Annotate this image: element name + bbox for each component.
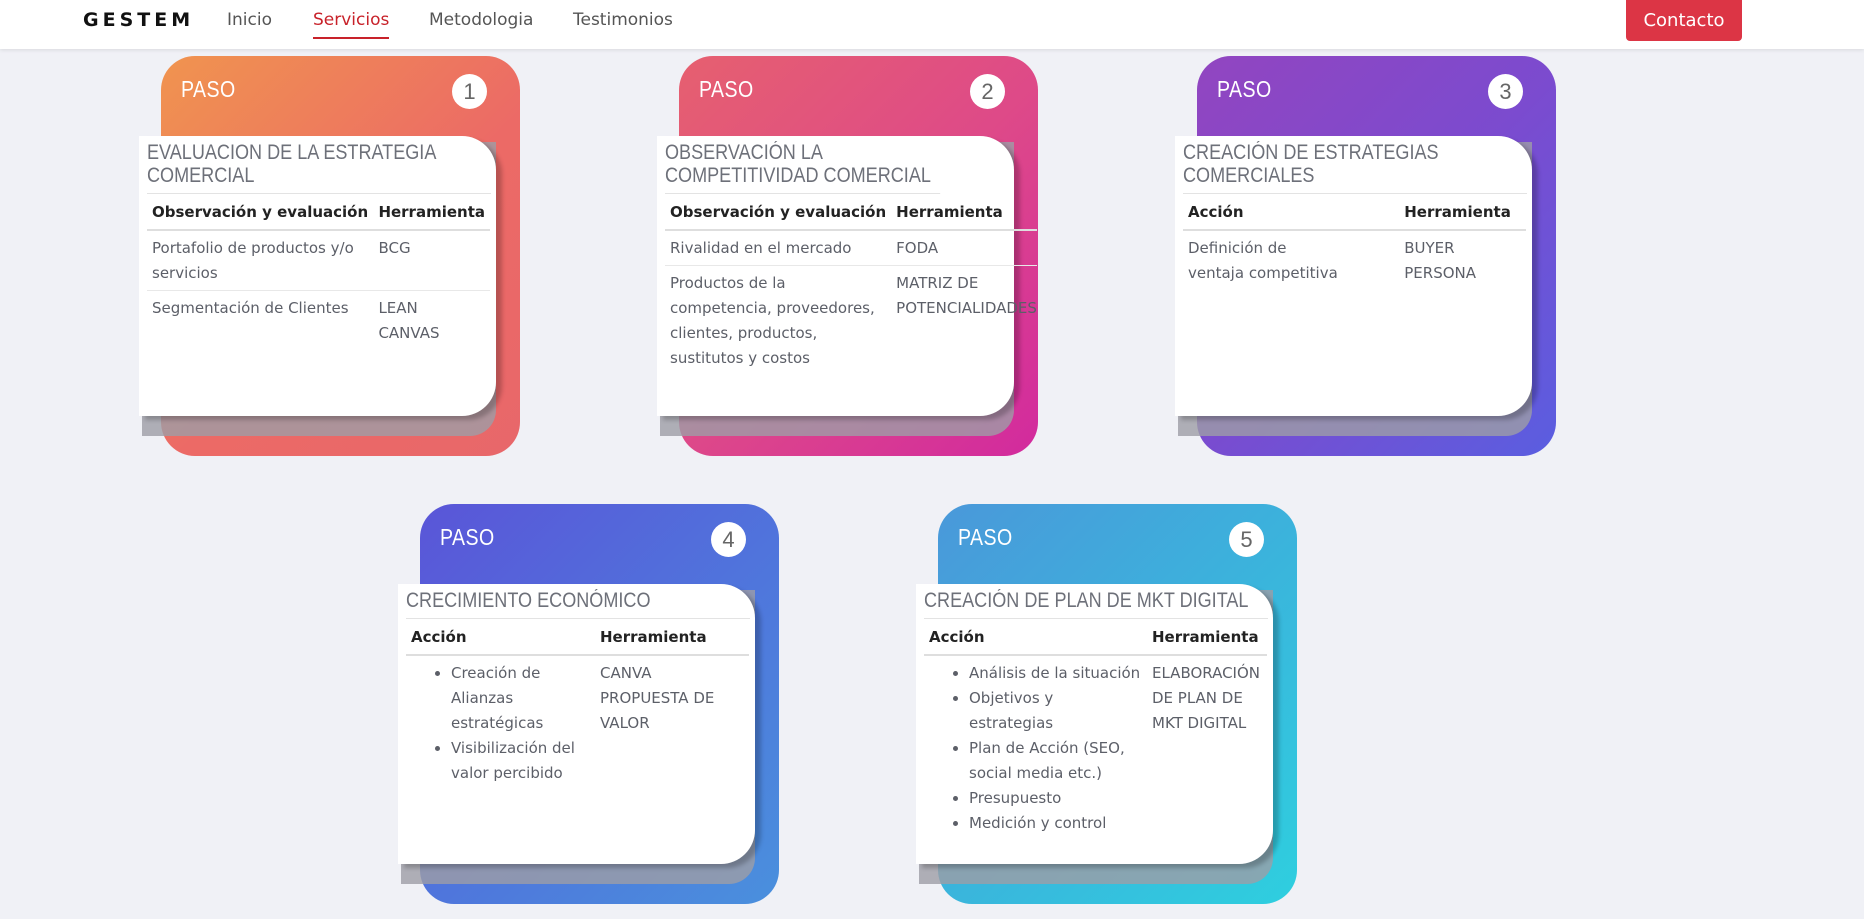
step-card-2: PASO 2 OBSERVACIÓN LA COMPETITIVIDAD COM… bbox=[657, 56, 1038, 456]
step-card-3: PASO 3 CREACIÓN DE ESTRATEGIAS COMERCIAL… bbox=[1175, 56, 1556, 456]
list-item: Visibilización del valor percibido bbox=[451, 736, 590, 786]
column-header: Acción bbox=[1183, 194, 1400, 231]
table-row: Definición de ventaja competitiva BUYER … bbox=[1183, 230, 1526, 290]
step-table: Acción Herramienta Creación de Alianzas … bbox=[406, 619, 749, 790]
column-header: Acción bbox=[406, 619, 595, 656]
step-table: Observación y evaluación Herramienta Riv… bbox=[665, 194, 1037, 375]
step-title: OBSERVACIÓN LA COMPETITIVIDAD COMERCIAL bbox=[665, 141, 941, 194]
action-list: Análisis de la situación Objetivos y est… bbox=[924, 661, 1142, 836]
table-cell: Creación de Alianzas estratégicas Visibi… bbox=[406, 655, 595, 790]
list-item: Medición y control bbox=[969, 811, 1142, 836]
table-cell: LEAN CANVAS bbox=[378, 299, 440, 342]
column-header: Herramienta bbox=[1399, 194, 1526, 231]
column-header: Herramienta bbox=[595, 619, 749, 656]
table-cell: Rivalidad en el mercado bbox=[665, 230, 892, 266]
step-number-badge: 2 bbox=[970, 74, 1005, 109]
step-table: Observación y evaluación Herramienta Por… bbox=[147, 194, 490, 350]
step-number-badge: 3 bbox=[1488, 74, 1523, 109]
table-cell: Productos de la competencia, proveedores… bbox=[670, 274, 875, 367]
nav-link-metodologia[interactable]: Metodologia bbox=[429, 10, 533, 30]
table-cell: Definición de ventaja competitiva bbox=[1188, 239, 1338, 282]
table-cell: BUYER PERSONA bbox=[1404, 239, 1477, 282]
step-panel: CREACIÓN DE ESTRATEGIAS COMERCIALES Acci… bbox=[1175, 136, 1532, 416]
table-row: Análisis de la situación Objetivos y est… bbox=[924, 655, 1267, 840]
table-cell: Portafolio de productos y/o servicios bbox=[147, 230, 374, 291]
column-header: Herramienta bbox=[1147, 619, 1267, 656]
nav-link-servicios[interactable]: Servicios bbox=[313, 10, 390, 39]
table-cell: Análisis de la situación Objetivos y est… bbox=[924, 655, 1147, 840]
column-header: Observación y evaluación bbox=[147, 194, 374, 231]
action-list: Creación de Alianzas estratégicas Visibi… bbox=[406, 661, 590, 786]
step-title: CREACIÓN DE ESTRATEGIAS COMERCIALES bbox=[1183, 141, 1527, 194]
step-card-5: PASO 5 CREACIÓN DE PLAN DE MKT DIGITAL A… bbox=[916, 504, 1297, 904]
step-panel: CREACIÓN DE PLAN DE MKT DIGITAL Acción H… bbox=[916, 584, 1273, 864]
table-row: Productos de la competencia, proveedores… bbox=[665, 266, 1037, 376]
table-row: Creación de Alianzas estratégicas Visibi… bbox=[406, 655, 749, 790]
table-cell: CANVA PROPUESTA DE VALOR bbox=[600, 664, 715, 732]
column-header: Herramienta bbox=[373, 194, 490, 231]
step-table: Acción Herramienta Análisis de la situac… bbox=[924, 619, 1267, 840]
list-item: Plan de Acción (SEO, social media etc.) bbox=[969, 736, 1142, 786]
step-title: CREACIÓN DE PLAN DE MKT DIGITAL bbox=[924, 589, 1268, 619]
step-table: Acción Herramienta Definición de ventaja… bbox=[1183, 194, 1526, 290]
list-item: Creación de Alianzas estratégicas bbox=[451, 661, 590, 736]
step-number-badge: 1 bbox=[452, 74, 487, 109]
table-cell: Segmentación de Clientes bbox=[152, 299, 349, 317]
step-title: CRECIMIENTO ECONÓMICO bbox=[406, 589, 750, 619]
step-panel: OBSERVACIÓN LA COMPETITIVIDAD COMERCIAL … bbox=[657, 136, 1037, 416]
step-label: PASO bbox=[440, 524, 495, 550]
column-header: Acción bbox=[924, 619, 1147, 656]
brand-logo[interactable]: GESTEM bbox=[83, 9, 194, 31]
column-header: Observación y evaluación bbox=[665, 194, 892, 231]
step-label: PASO bbox=[1217, 76, 1272, 102]
column-header: Herramienta bbox=[891, 194, 1037, 231]
table-cell: FODA bbox=[891, 230, 1037, 266]
step-card-1: PASO 1 EVALUACION DE LA ESTRATEGIA COMER… bbox=[139, 56, 520, 456]
step-card-4: PASO 4 CRECIMIENTO ECONÓMICO Acción Herr… bbox=[398, 504, 779, 904]
step-panel: CRECIMIENTO ECONÓMICO Acción Herramienta… bbox=[398, 584, 755, 864]
list-item: Presupuesto bbox=[969, 786, 1142, 811]
contact-button[interactable]: Contacto bbox=[1626, 0, 1742, 41]
table-row: Segmentación de Clientes LEAN CANVAS bbox=[147, 291, 490, 351]
top-navbar: GESTEM Inicio Servicios Metodologia Test… bbox=[0, 0, 1864, 49]
step-label: PASO bbox=[699, 76, 754, 102]
nav-link-inicio[interactable]: Inicio bbox=[227, 10, 272, 30]
step-label: PASO bbox=[181, 76, 236, 102]
nav-link-testimonios[interactable]: Testimonios bbox=[573, 10, 673, 30]
step-number-badge: 4 bbox=[711, 522, 746, 557]
table-row: Portafolio de productos y/o servicios BC… bbox=[147, 230, 490, 291]
step-title: EVALUACION DE LA ESTRATEGIA COMERCIAL bbox=[147, 141, 491, 194]
step-number-badge: 5 bbox=[1229, 522, 1264, 557]
table-cell: MATRIZ DE POTENCIALIDADES bbox=[896, 274, 1037, 317]
table-cell: ELABORACIÓN DE PLAN DE MKT DIGITAL bbox=[1152, 664, 1261, 732]
step-label: PASO bbox=[958, 524, 1013, 550]
list-item: Objetivos y estrategias bbox=[969, 686, 1142, 736]
list-item: Análisis de la situación bbox=[969, 661, 1142, 686]
step-panel: EVALUACION DE LA ESTRATEGIA COMERCIAL Ob… bbox=[139, 136, 496, 416]
table-row: Rivalidad en el mercado FODA bbox=[665, 230, 1037, 266]
table-cell: BCG bbox=[373, 230, 490, 291]
